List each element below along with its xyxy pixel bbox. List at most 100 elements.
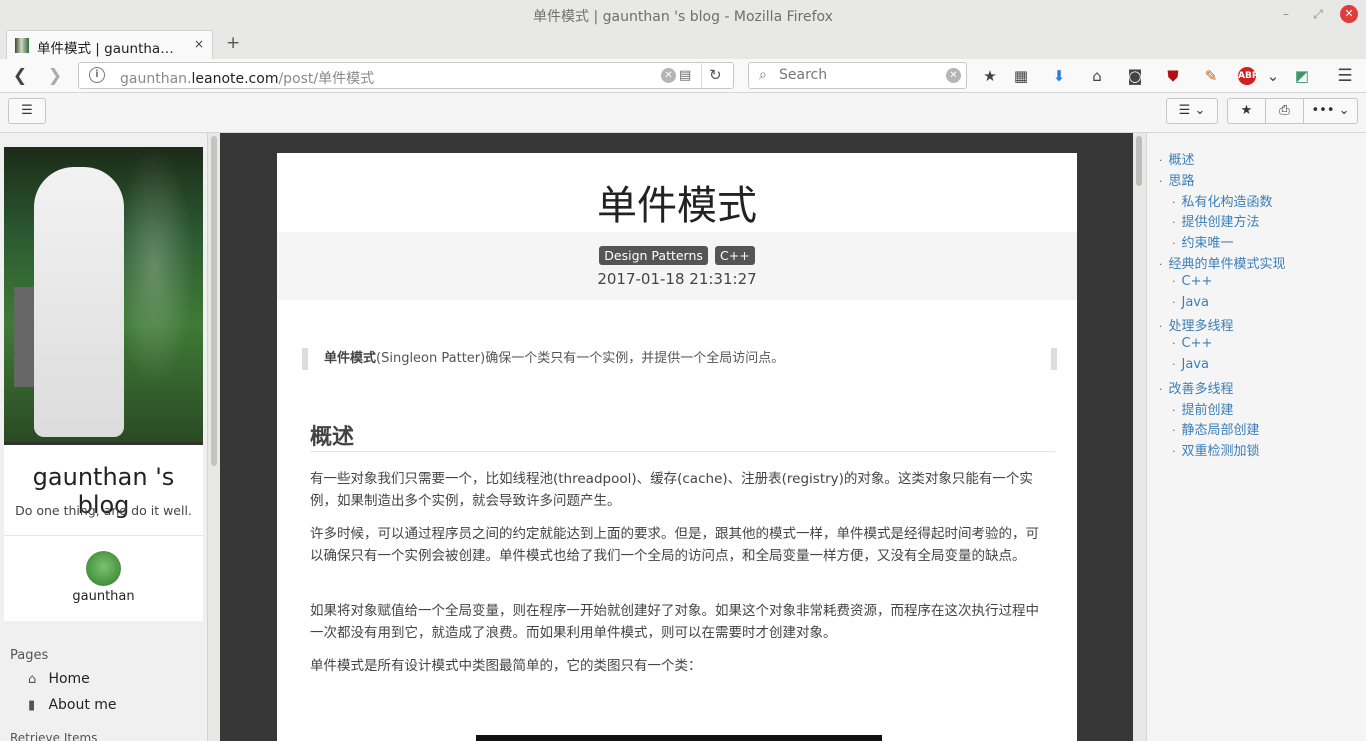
print-button[interactable]: ⎙ [1265, 98, 1304, 124]
new-tab-icon[interactable]: + [226, 33, 240, 53]
back-icon[interactable]: ❮ [9, 65, 31, 87]
toc-item[interactable]: · 处理多线程 [1159, 315, 1234, 334]
toc-item-label: 思路 [1168, 173, 1195, 189]
toc-item-label: 提供创建方法 [1181, 215, 1260, 231]
ublock-icon[interactable]: ⛊ [1162, 65, 1184, 87]
toc-bullet: · [1172, 358, 1176, 371]
page-link-about[interactable]: ▮ About me [28, 697, 117, 713]
page-toolbar: ☰ ☰ ⌄ ★ ⎙ ••• ⌄ [0, 93, 1366, 133]
url-clear-icon[interactable]: ✕ [661, 68, 676, 83]
cover-figure [34, 167, 124, 437]
close-window-icon[interactable]: ✕ [1340, 5, 1358, 23]
page-link-home[interactable]: ⌂ Home [28, 671, 90, 687]
toc-item[interactable]: · 改善多线程 [1159, 378, 1234, 397]
toc-item-label: 改善多线程 [1168, 381, 1234, 397]
toc-item-label: 提前创建 [1181, 402, 1234, 418]
toc-item[interactable]: · Java [1172, 295, 1209, 310]
toc-item[interactable]: · Java [1172, 357, 1209, 372]
toc-item[interactable]: · 提供创建方法 [1172, 211, 1260, 230]
toc-item[interactable]: · 概述 [1159, 149, 1195, 168]
star-button[interactable]: ★ [1227, 98, 1266, 124]
search-input[interactable] [779, 67, 939, 83]
pocket-icon[interactable]: ◙ [1124, 65, 1146, 87]
url-bar[interactable]: i gaunthan.leanote.com/post/单件模式 ✕ ▤ ↻ [78, 62, 734, 89]
toc-item-label: Java [1181, 294, 1209, 310]
adblock-plus-icon[interactable]: ABP [1238, 67, 1258, 85]
sidebar-toggle-button[interactable]: ☰ [8, 98, 46, 124]
article-date: 2017-01-18 21:31:27 [597, 270, 757, 288]
bookmark-icon: ▮ [28, 698, 36, 713]
url-text[interactable]: gaunthan.leanote.com/post/单件模式 [120, 68, 374, 88]
extensions-dropdown-icon[interactable]: ⌄ [1262, 65, 1284, 87]
url-domain: leanote.com [191, 71, 279, 87]
downloads-icon[interactable]: ⬇ [1048, 65, 1070, 87]
toc-item-label: 私有化构造函数 [1181, 194, 1273, 210]
search-clear-icon[interactable]: ✕ [946, 68, 961, 83]
bookmark-star-icon[interactable]: ★ [979, 65, 1001, 87]
toc-item[interactable]: · 静态局部创建 [1172, 419, 1260, 438]
blog-info-card: gaunthan 's blog Do one thing, and do it… [4, 445, 203, 621]
quote-text: (Singleon Patter)确保一个类只有一个实例，并提供一个全局访问点。 [376, 351, 785, 366]
author-name[interactable]: gaunthan [4, 589, 203, 604]
toc-item[interactable]: · 提前创建 [1172, 399, 1234, 418]
search-bar[interactable]: ⌕ ✕ [748, 62, 967, 89]
toc-item[interactable]: · 双重检测加锁 [1172, 440, 1260, 459]
paragraph: 许多时候，可以通过程序员之间的约定就能达到上面的要求。但是，跟其他的模式一样，单… [310, 526, 1039, 564]
pages-heading: Pages [10, 648, 49, 663]
tab-label: 单件模式 | gauntha… [37, 41, 174, 57]
toc-item-label: 概述 [1168, 153, 1195, 168]
toc-bullet: · [1159, 174, 1163, 188]
article-blockquote: 单件模式(Singleon Patter)确保一个类只有一个实例，并提供一个全局… [302, 348, 1057, 370]
content-scrollbar[interactable] [1136, 136, 1142, 186]
more-options-button[interactable]: ••• ⌄ [1303, 98, 1358, 124]
table-of-contents: · 概述 · 思路 · 私有化构造函数 · 提供创建方法 · 约束唯一 · 经典的单件模式实现 · C++… [1146, 133, 1366, 741]
site-info-icon[interactable]: i [89, 67, 105, 83]
toc-bullet: · [1172, 445, 1176, 459]
reading-list-icon[interactable]: ▦ [1010, 65, 1032, 87]
url-path: /post/单件模式 [278, 71, 375, 87]
favicon-icon [15, 38, 29, 53]
page-link-label: Home [48, 671, 90, 687]
author-avatar[interactable] [86, 551, 121, 586]
toc-item[interactable]: · C++ [1172, 336, 1212, 351]
hamburger-menu-icon[interactable]: ☰ [1334, 65, 1356, 87]
sidebar-scrollbar[interactable] [211, 136, 217, 466]
toc-item-label: C++ [1181, 336, 1213, 352]
toc-item-label: 经典的单件模式实现 [1168, 257, 1286, 272]
toc-item[interactable]: · 私有化构造函数 [1172, 191, 1273, 210]
toc-item[interactable]: · 思路 [1159, 170, 1195, 189]
tag-badge[interactable]: Design Patterns [599, 246, 708, 265]
tag-list: Design Patterns C++ [277, 245, 1077, 265]
section-heading: 概述 [310, 425, 355, 450]
toc-bullet: · [1172, 195, 1176, 209]
url-prefix: gaunthan. [120, 71, 192, 87]
url-divider [701, 63, 702, 88]
home-icon[interactable]: ⌂ [1086, 65, 1108, 87]
toc-bullet: · [1159, 258, 1163, 271]
forward-icon[interactable]: ❯ [44, 65, 66, 87]
toc-item[interactable]: · C++ [1172, 274, 1212, 289]
toc-item-label: 双重检测加锁 [1181, 444, 1260, 460]
toc-item[interactable]: · 经典的单件模式实现 [1159, 253, 1286, 272]
toc-item-label: 静态局部创建 [1181, 423, 1260, 439]
tag-badge[interactable]: C++ [715, 246, 755, 265]
toc-bullet: · [1172, 274, 1176, 288]
left-sidebar: gaunthan 's blog Do one thing, and do it… [0, 133, 208, 741]
toc-item-label: C++ [1181, 273, 1213, 289]
maximize-icon[interactable]: ⤢ [1309, 5, 1327, 23]
tab-active[interactable]: 单件模式 | gauntha… × [6, 30, 213, 59]
minimize-icon[interactable]: – [1277, 5, 1295, 23]
reader-view-icon[interactable]: ▤ [679, 68, 691, 83]
toc-list-button[interactable]: ☰ ⌄ [1166, 98, 1218, 124]
extension-icon[interactable]: ✎ [1200, 65, 1222, 87]
toc-bullet: · [1172, 424, 1176, 438]
reload-icon[interactable]: ↻ [709, 66, 722, 84]
article-title: 单件模式 [597, 183, 757, 229]
tab-close-icon[interactable]: × [194, 37, 204, 51]
toc-item-label: Java [1181, 357, 1209, 372]
toc-item[interactable]: · 约束唯一 [1172, 232, 1234, 251]
translate-icon[interactable]: ◩ [1291, 65, 1313, 87]
blog-cover-image [4, 147, 203, 445]
card-divider [4, 535, 203, 536]
paragraph: 如果将对象赋值给一个全局变量，则在程序一开始就创建好了对象。如果这个对象非常耗费… [310, 603, 1039, 641]
